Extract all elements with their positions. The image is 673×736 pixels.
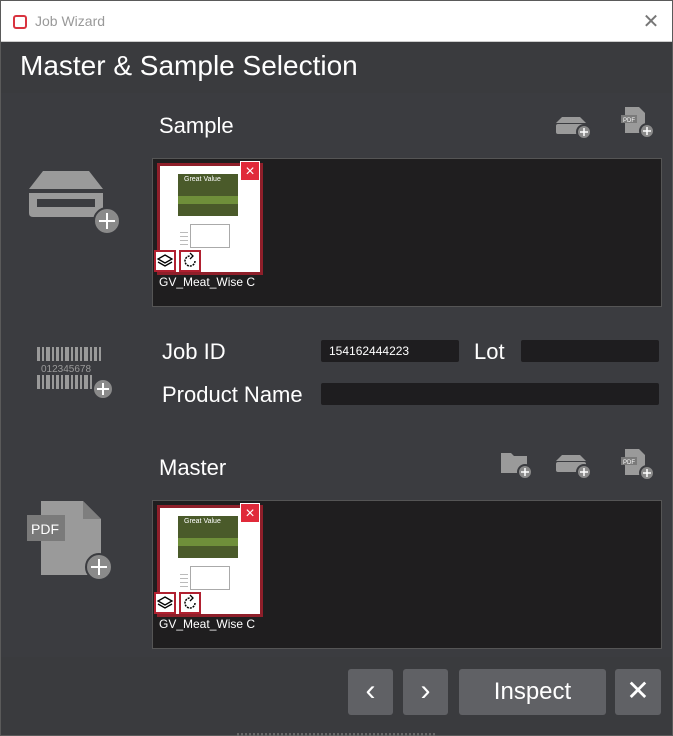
scanner-add-icon[interactable] bbox=[27, 169, 123, 239]
title-bar: Job Wizard ✕ bbox=[1, 1, 672, 42]
scan-add-icon[interactable] bbox=[556, 451, 594, 481]
master-thumbnail-image: Great Value bbox=[178, 516, 238, 558]
folder-add-icon[interactable] bbox=[499, 449, 535, 479]
master-label: Master bbox=[159, 455, 227, 480]
svg-text:PDF: PDF bbox=[31, 521, 59, 537]
master-thumbnail-caption: GV_Meat_Wise C bbox=[159, 617, 256, 631]
pdf-add-icon[interactable]: PDF bbox=[621, 447, 657, 481]
pdf-add-icon[interactable]: PDF bbox=[27, 499, 117, 585]
rotate-icon bbox=[184, 252, 196, 267]
cancel-button[interactable]: ✕ bbox=[615, 669, 661, 715]
lot-label: Lot bbox=[474, 339, 505, 364]
layers-icon bbox=[156, 596, 174, 609]
inspect-button[interactable]: Inspect bbox=[459, 669, 606, 715]
pdf-add-icon[interactable]: PDF bbox=[621, 105, 657, 139]
previous-button[interactable]: ‹ bbox=[348, 669, 393, 715]
job-id-field[interactable]: 154162444223 bbox=[321, 340, 459, 362]
barcode-add-icon[interactable]: 012345678 bbox=[35, 345, 119, 403]
rotate-button[interactable] bbox=[179, 250, 201, 272]
sample-thumbnail-caption: GV_Meat_Wise C bbox=[159, 275, 256, 289]
scan-add-icon[interactable] bbox=[556, 109, 594, 139]
product-name-field[interactable] bbox=[321, 383, 659, 405]
svg-text:PDF: PDF bbox=[623, 460, 635, 466]
next-button[interactable]: › bbox=[403, 669, 448, 715]
layers-button[interactable] bbox=[154, 592, 176, 614]
lot-field[interactable] bbox=[521, 340, 659, 362]
content-panel: Sample PDF Great Value × GV_Meat_Wise C … bbox=[1, 93, 672, 657]
sample-thumbnail-image: Great Value bbox=[178, 174, 238, 216]
window-title: Job Wizard bbox=[35, 13, 106, 29]
rotate-icon bbox=[184, 594, 196, 609]
remove-sample-button[interactable]: × bbox=[240, 161, 260, 181]
svg-text:012345678: 012345678 bbox=[41, 364, 91, 375]
product-name-label: Product Name bbox=[162, 382, 303, 407]
sample-label: Sample bbox=[159, 113, 234, 138]
job-id-label: Job ID bbox=[162, 339, 226, 364]
rotate-button[interactable] bbox=[179, 592, 201, 614]
layers-button[interactable] bbox=[154, 250, 176, 272]
app-icon bbox=[13, 15, 27, 29]
svg-text:PDF: PDF bbox=[623, 118, 635, 124]
page-title: Master & Sample Selection bbox=[20, 50, 358, 81]
job-wizard-window: Job Wizard ✕ Master & Sample Selection S… bbox=[0, 0, 673, 736]
close-window-button[interactable]: ✕ bbox=[636, 7, 666, 37]
remove-master-button[interactable]: × bbox=[240, 503, 260, 523]
master-dropzone[interactable]: Great Value × GV_Meat_Wise C bbox=[152, 500, 662, 649]
sample-dropzone[interactable]: Great Value × GV_Meat_Wise C bbox=[152, 158, 662, 307]
layers-icon bbox=[156, 254, 174, 267]
